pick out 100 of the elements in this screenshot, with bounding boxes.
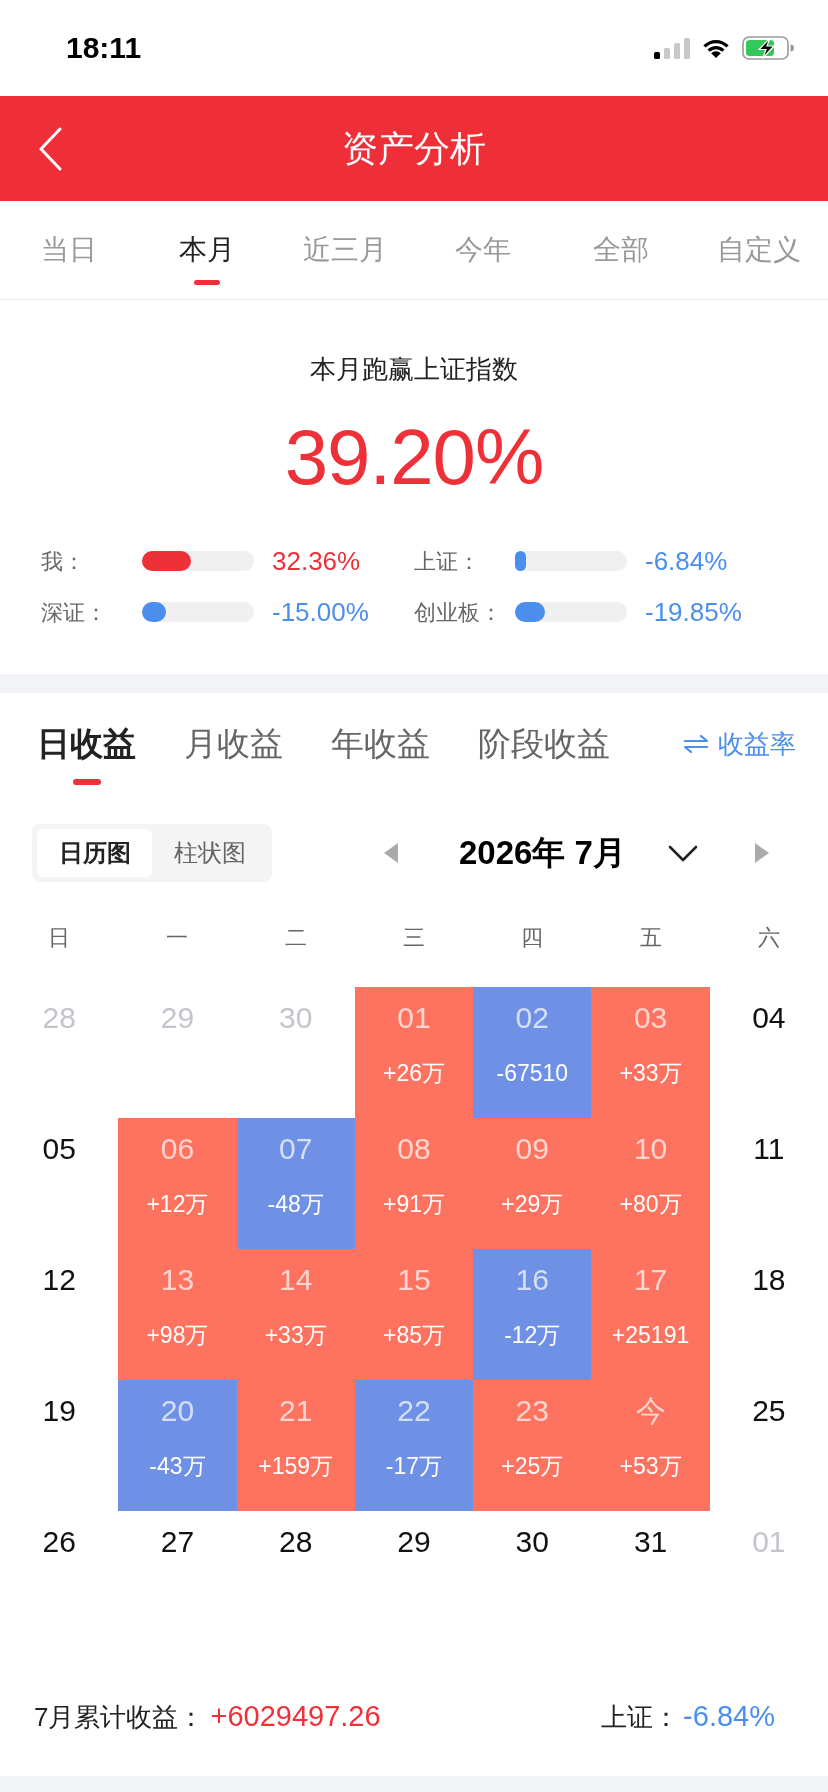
calendar-day-cell[interactable]: 09 +29万 — [473, 1118, 592, 1249]
day-earnings: +25万 — [501, 1452, 564, 1480]
earnings-tab[interactable]: 月收益 — [184, 726, 283, 785]
weekday-label: 日 — [47, 923, 72, 952]
back-chevron-icon — [38, 126, 62, 171]
previous-month-button[interactable] — [382, 841, 400, 865]
calendar-day-cell[interactable]: 01 +26万 — [354, 987, 474, 1118]
day-earnings: +80万 — [619, 1190, 682, 1218]
day-number: 21 — [279, 1394, 313, 1428]
day-number: 16 — [515, 1263, 549, 1297]
calendar-day-cell[interactable]: 03 +33万 — [591, 987, 710, 1118]
calendar-day-cell[interactable]: 今 +53万 — [591, 1380, 710, 1511]
day-number: 31 — [633, 1525, 668, 1559]
day-number: 25 — [752, 1394, 786, 1428]
calendar-day-cell[interactable]: 21 +159万 — [236, 1380, 355, 1511]
period-tab[interactable]: 近三月 — [276, 201, 414, 299]
calendar-day-cell[interactable]: 16 -12万 — [473, 1249, 592, 1380]
index-label: 上证： — [601, 1701, 680, 1735]
period-tab[interactable]: 全部 — [552, 201, 690, 299]
weekday-label: 五 — [638, 923, 663, 952]
comparison-label: 上证： — [414, 547, 481, 576]
triangle-right-icon — [754, 843, 769, 863]
day-number: 14 — [279, 1263, 313, 1297]
day-earnings: +33万 — [264, 1321, 327, 1349]
period-tab[interactable]: 今年 — [414, 201, 552, 299]
day-earnings: -43万 — [149, 1452, 206, 1480]
day-number: 01 — [397, 1001, 431, 1035]
day-number: 01 — [752, 1525, 786, 1559]
weekday-label: 一 — [165, 923, 190, 952]
day-number: 13 — [160, 1263, 195, 1297]
earnings-tab[interactable]: 年收益 — [331, 726, 430, 785]
day-earnings: -12万 — [504, 1321, 561, 1349]
weekday-label: 四 — [520, 923, 545, 952]
period-tab[interactable]: 本月 — [138, 201, 276, 299]
index-value: -6.84% — [683, 1699, 775, 1735]
day-earnings: +25191 — [611, 1321, 690, 1349]
day-earnings: -17万 — [385, 1452, 443, 1480]
view-option[interactable]: 日历图 — [37, 829, 152, 877]
calendar-day-cell[interactable]: 14 +33万 — [236, 1249, 355, 1380]
day-earnings: +85万 — [383, 1321, 445, 1349]
day-number: 今 — [635, 1394, 666, 1428]
day-number: 06 — [160, 1132, 195, 1166]
comparison-value: -6.84% — [645, 544, 728, 578]
summary-title: 本月跑赢上证指数 — [310, 353, 518, 386]
day-earnings: +159万 — [258, 1452, 334, 1480]
calendar-day-cell[interactable]: 23 +25万 — [473, 1380, 592, 1511]
day-earnings: +53万 — [619, 1452, 682, 1480]
earnings-tab[interactable]: 日收益 — [37, 726, 136, 785]
day-number: 18 — [752, 1263, 786, 1297]
month-picker-button[interactable]: 2026年 7月 — [459, 833, 698, 873]
triangle-left-icon — [384, 843, 398, 863]
battery-charging-icon — [742, 36, 794, 60]
comparison-label: 深证： — [41, 598, 108, 627]
period-tab[interactable]: 当日 — [0, 201, 138, 299]
day-number: 15 — [397, 1263, 431, 1297]
day-number: 10 — [633, 1132, 668, 1166]
calendar-day-cell[interactable]: 07 -48万 — [236, 1118, 355, 1249]
chevron-down-icon — [667, 844, 698, 862]
signal-icon — [654, 37, 690, 59]
calendar-day-cell[interactable]: 22 -17万 — [354, 1380, 474, 1511]
day-earnings: +98万 — [146, 1321, 209, 1349]
day-number: 26 — [42, 1525, 76, 1559]
calendar-day-cell[interactable]: 20 -43万 — [118, 1380, 237, 1511]
calendar-day-cell[interactable]: 08 +91万 — [354, 1118, 474, 1249]
comparison-label: 创业板： — [414, 598, 503, 627]
wifi-icon — [701, 37, 731, 59]
calendar-day-cell[interactable]: 17 +25191 — [591, 1249, 710, 1380]
day-number: 12 — [42, 1263, 76, 1297]
day-number: 05 — [42, 1132, 76, 1166]
calendar-day-cell[interactable]: 06 +12万 — [118, 1118, 237, 1249]
outperform-value: 39.20% — [284, 412, 544, 502]
weekday-label: 二 — [283, 923, 308, 952]
weekday-label: 三 — [402, 923, 426, 952]
day-number: 17 — [633, 1263, 668, 1297]
period-tab[interactable]: 自定义 — [690, 201, 828, 299]
view-option[interactable]: 柱状图 — [152, 829, 267, 877]
day-earnings: +12万 — [146, 1190, 209, 1218]
day-number: 11 — [753, 1132, 785, 1166]
page-title: 资产分析 — [341, 126, 487, 171]
day-number: 28 — [279, 1525, 313, 1559]
calendar-day-cell[interactable]: 15 +85万 — [354, 1249, 474, 1380]
day-number: 29 — [160, 1001, 195, 1035]
comparison-value: 32.36% — [272, 544, 361, 578]
calendar-day-cell[interactable]: 02 -67510 — [473, 987, 592, 1118]
monthly-total-label: 7月累计收益： — [34, 1701, 205, 1735]
calendar-day-cell[interactable]: 13 +98万 — [118, 1249, 237, 1380]
calendar-day-cell[interactable]: 10 +80万 — [591, 1118, 710, 1249]
day-number: 29 — [397, 1525, 431, 1559]
rate-toggle-button[interactable]: 收益率 — [684, 726, 796, 762]
day-number: 09 — [515, 1132, 549, 1166]
day-earnings: +26万 — [383, 1059, 445, 1087]
comparison-value: -15.00% — [272, 595, 369, 629]
day-earnings: +91万 — [383, 1190, 445, 1218]
day-number: 08 — [397, 1132, 431, 1166]
day-earnings: +29万 — [501, 1190, 564, 1218]
next-month-button[interactable] — [752, 841, 771, 865]
day-number: 20 — [160, 1394, 195, 1428]
weekday-label: 六 — [756, 923, 781, 952]
comparison-value: -19.85% — [645, 595, 742, 629]
earnings-tab[interactable]: 阶段收益 — [478, 726, 610, 785]
